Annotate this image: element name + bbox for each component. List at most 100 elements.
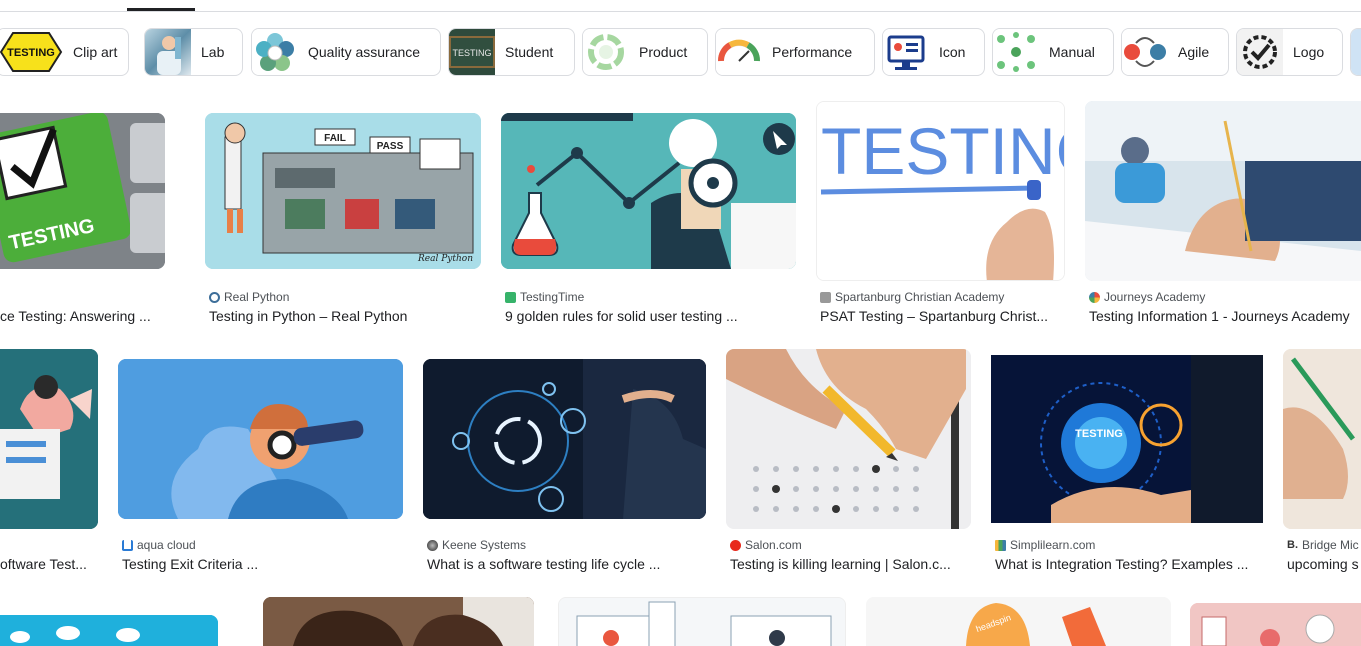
result-source: TestingTime: [505, 290, 584, 304]
result-source: Journeys Academy: [1089, 290, 1205, 304]
result-image[interactable]: [118, 359, 403, 519]
bridge-favicon: B.: [1287, 539, 1298, 551]
result-title[interactable]: What is a software testing life cycle ..…: [427, 556, 705, 572]
result-card[interactable]: Journeys Academy Testing Information 1 -…: [1085, 101, 1361, 331]
chip-logo[interactable]: Logo: [1236, 28, 1343, 76]
result-card[interactable]: aqua cloud Testing Exit Criteria ...: [118, 349, 403, 579]
result-card[interactable]: [263, 597, 534, 646]
chip-manual[interactable]: Manual: [992, 28, 1114, 76]
result-source: Simplilearn.com: [995, 538, 1095, 552]
chip-label: Logo: [1293, 44, 1325, 60]
svg-text:TESTING: TESTING: [7, 47, 55, 59]
chip-partial[interactable]: [1350, 28, 1361, 76]
result-card[interactable]: [0, 597, 238, 646]
chip-thumb: TESTING: [449, 29, 495, 75]
chip-label: Performance: [772, 44, 853, 60]
result-title[interactable]: oftware Test...: [0, 556, 96, 572]
result-card[interactable]: TESTING Spartanburg Christian Academy PS…: [816, 101, 1065, 331]
agile-cycle-icon: [1124, 37, 1166, 67]
source-name: Journeys Academy: [1104, 290, 1206, 304]
result-image[interactable]: [0, 349, 98, 529]
source-name: Spartanburg Christian Academy: [835, 290, 1005, 304]
chip-clip-art[interactable]: TESTING Clip art: [0, 28, 129, 76]
headspin-image: headspin: [866, 597, 1171, 646]
result-title[interactable]: Testing is killing learning | Salon.c...: [730, 556, 970, 572]
svg-text:TESTING: TESTING: [821, 114, 1065, 188]
tech-cycle-image: [423, 359, 706, 519]
result-title[interactable]: PSAT Testing – Spartanburg Christ...: [820, 308, 1064, 324]
result-card[interactable]: B. Bridge Mic upcoming s: [1283, 349, 1361, 579]
result-image[interactable]: TESTING: [816, 101, 1065, 281]
result-image[interactable]: TESTING: [991, 355, 1263, 523]
testing-sign-icon: TESTING: [0, 32, 63, 72]
source-name: aqua cloud: [137, 538, 196, 552]
result-title[interactable]: Testing Information 1 - Journeys Academy: [1089, 308, 1361, 324]
result-card[interactable]: Salon.com Testing is killing learning | …: [726, 349, 971, 579]
result-title[interactable]: Testing in Python – Real Python: [209, 308, 481, 324]
flower-diagram-icon: [256, 33, 294, 71]
result-card[interactable]: TESTING ce Testing: Answering ...: [0, 101, 185, 331]
chip-student[interactable]: TESTING Student: [448, 28, 575, 76]
result-source: Real Python: [209, 290, 289, 304]
chip-thumb: TESTING: [0, 29, 65, 75]
result-card[interactable]: TESTING Simplilearn.com What is Integrat…: [991, 349, 1263, 579]
result-card[interactable]: oftware Test...: [0, 349, 98, 579]
chip-label: Lab: [201, 44, 225, 60]
result-image[interactable]: FAIL PASS Real Python: [205, 113, 481, 269]
spartanburg-favicon: [820, 291, 831, 303]
result-image[interactable]: [1283, 349, 1361, 529]
result-card[interactable]: FAIL PASS Real Python Real Python Testin…: [205, 101, 481, 331]
result-image[interactable]: [558, 597, 846, 646]
result-source: Spartanburg Christian Academy: [820, 290, 1004, 304]
svg-text:FAIL: FAIL: [324, 133, 346, 144]
real-python-favicon: [209, 291, 220, 303]
result-image[interactable]: [726, 349, 971, 529]
chip-icon[interactable]: Icon: [882, 28, 985, 76]
green-key-image: TESTING: [0, 113, 165, 269]
chip-agile[interactable]: Agile: [1121, 28, 1229, 76]
chip-thumb: [716, 29, 762, 75]
source-name: Keene Systems: [442, 538, 527, 552]
result-title[interactable]: ce Testing: Answering ...: [0, 308, 160, 324]
result-card[interactable]: headspin: [866, 597, 1171, 646]
result-title[interactable]: 9 golden rules for solid user testing ..…: [505, 308, 795, 324]
svg-text:TESTING: TESTING: [452, 48, 491, 58]
result-card[interactable]: TestingTime 9 golden rules for solid use…: [501, 101, 796, 331]
chip-performance[interactable]: Performance: [715, 28, 875, 76]
researcher-magnifier-image: [501, 113, 796, 269]
result-title[interactable]: upcoming s: [1287, 556, 1361, 572]
chip-thumb: [883, 29, 929, 75]
journeys-favicon: [1089, 291, 1100, 303]
result-source: Salon.com: [730, 538, 802, 552]
chip-product[interactable]: Product: [582, 28, 708, 76]
result-card[interactable]: Keene Systems What is a software testing…: [423, 349, 706, 579]
result-image[interactable]: [1190, 603, 1361, 646]
result-image[interactable]: [263, 597, 534, 646]
chip-label: Icon: [939, 44, 966, 60]
testing-handwriting-image: TESTING: [817, 102, 1065, 280]
tabs-divider: [0, 11, 1361, 12]
result-image[interactable]: headspin: [866, 597, 1171, 646]
chip-lab[interactable]: Lab: [144, 28, 243, 76]
result-card[interactable]: [1190, 597, 1361, 646]
mindmap-icon: [997, 32, 1035, 72]
svg-text:TESTING: TESTING: [1075, 428, 1123, 440]
testing-globe-image: TESTING: [991, 355, 1263, 523]
result-card[interactable]: [558, 597, 846, 646]
lab-photo-icon: [157, 36, 181, 75]
chip-thumb: [1237, 29, 1283, 75]
simplilearn-favicon: [995, 539, 1006, 551]
result-image[interactable]: TESTING: [0, 113, 165, 269]
result-image[interactable]: [423, 359, 706, 519]
result-image[interactable]: [0, 615, 218, 646]
keene-favicon: [427, 539, 438, 551]
result-image[interactable]: [501, 113, 796, 269]
chip-quality-assurance[interactable]: Quality assurance: [251, 28, 441, 76]
source-name: Real Python: [224, 290, 290, 304]
monitor-gear-icon: [887, 35, 925, 70]
result-title[interactable]: Testing Exit Criteria ...: [122, 556, 402, 572]
result-title[interactable]: What is Integration Testing? Examples ..…: [995, 556, 1263, 572]
chalkboard-icon: TESTING: [449, 36, 495, 68]
result-image[interactable]: [1085, 101, 1361, 281]
gauge-icon: [718, 39, 760, 62]
